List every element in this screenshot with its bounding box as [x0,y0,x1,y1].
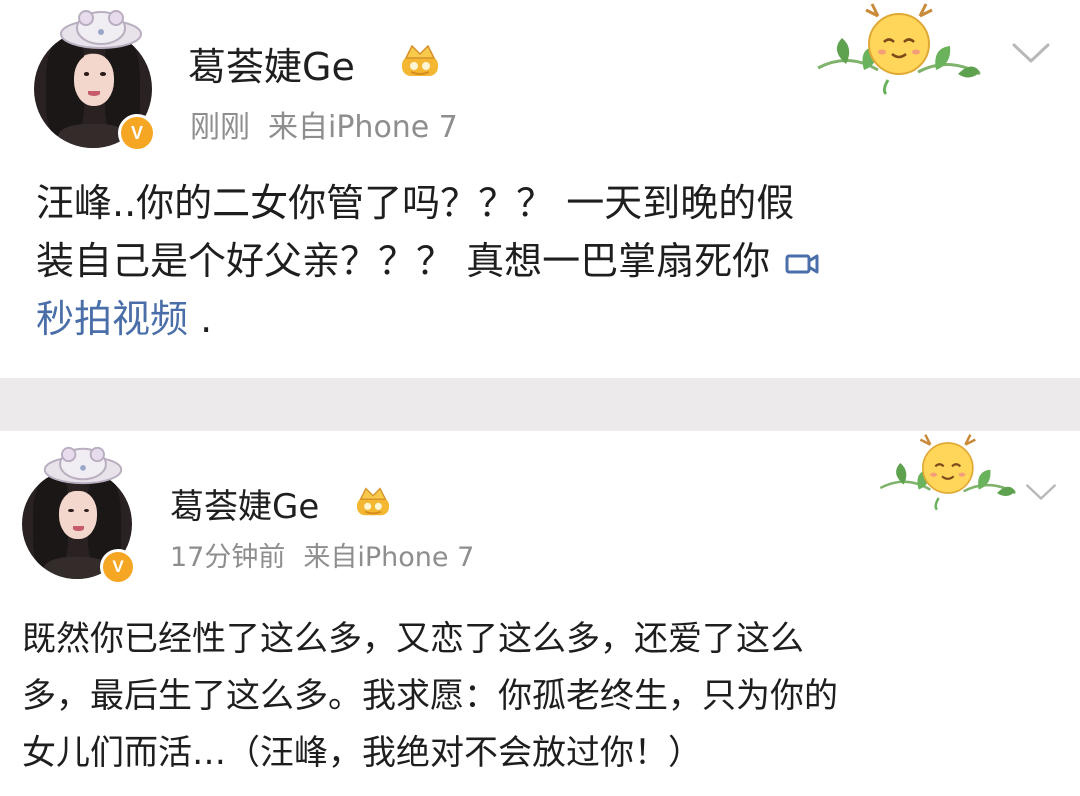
username[interactable]: 葛荟婕Ge [170,479,319,528]
post-text-line: 既然你已经性了这么多，又恋了这么多，还爱了这么 [22,619,804,659]
weibo-post-2: V 葛荟婕Ge 17分钟前 来自iPhone 7 既然你已经性了这么多，又恋了这么… [0,431,1080,796]
post-timestamp[interactable]: 17分钟前 [170,542,285,573]
post-text-line: 装自己是个好父亲？？？ 真想一巴掌扇死你 [36,232,820,290]
verified-badge-icon: V [100,549,136,585]
username[interactable]: 葛荟婕Ge [188,36,355,91]
post-text-line-content: 装自己是个好父亲？？？ 真想一巴掌扇死你 [36,239,771,283]
post-meta: 刚刚 来自iPhone 7 [190,102,476,146]
chevron-down-icon[interactable] [1010,40,1052,66]
avatar[interactable]: V [22,446,136,585]
post-source[interactable]: 来自iPhone 7 [268,110,458,145]
avatar[interactable]: V [34,10,156,152]
post-body: 汪峰..你的二女你管了吗？？？ 一天到晚的假 装自己是个好父亲？？？ 真想一巴掌… [36,174,820,348]
post-timestamp[interactable]: 刚刚 [190,110,250,145]
deer-mascot-sticker-icon [879,434,1016,511]
post-text-line: 多，最后生了这么多。我求愿：你孤老终生，只为你的 [22,676,838,716]
verified-badge-icon: V [118,114,156,152]
post-source[interactable]: 来自iPhone 7 [303,542,474,573]
post-meta: 17分钟前 来自iPhone 7 [170,535,492,574]
video-icon[interactable] [784,251,820,277]
post-text-line: 女儿们而活…（汪峰，我绝对不会放过你！） [22,733,702,773]
post-text-line: 秒拍视频 . [36,290,820,348]
post-body: 既然你已经性了这么多，又恋了这么多，还爱了这么 多，最后生了这么多。我求愿：你孤… [22,611,838,782]
vip-crown-icon [402,44,438,76]
vip-crown-icon [357,487,389,516]
weibo-post-1: V 葛荟婕Ge 刚刚 来自iPhone 7 汪峰..你的二女你管了吗？？？ 一天到… [0,0,1080,378]
post-trailing-text: . [188,297,213,341]
post-text-line: 汪峰..你的二女你管了吗？？？ 一天到晚的假 [36,181,795,225]
chevron-down-icon[interactable] [1024,481,1058,503]
video-link[interactable]: 秒拍视频 [36,297,188,341]
deer-mascot-sticker-icon [817,3,981,96]
